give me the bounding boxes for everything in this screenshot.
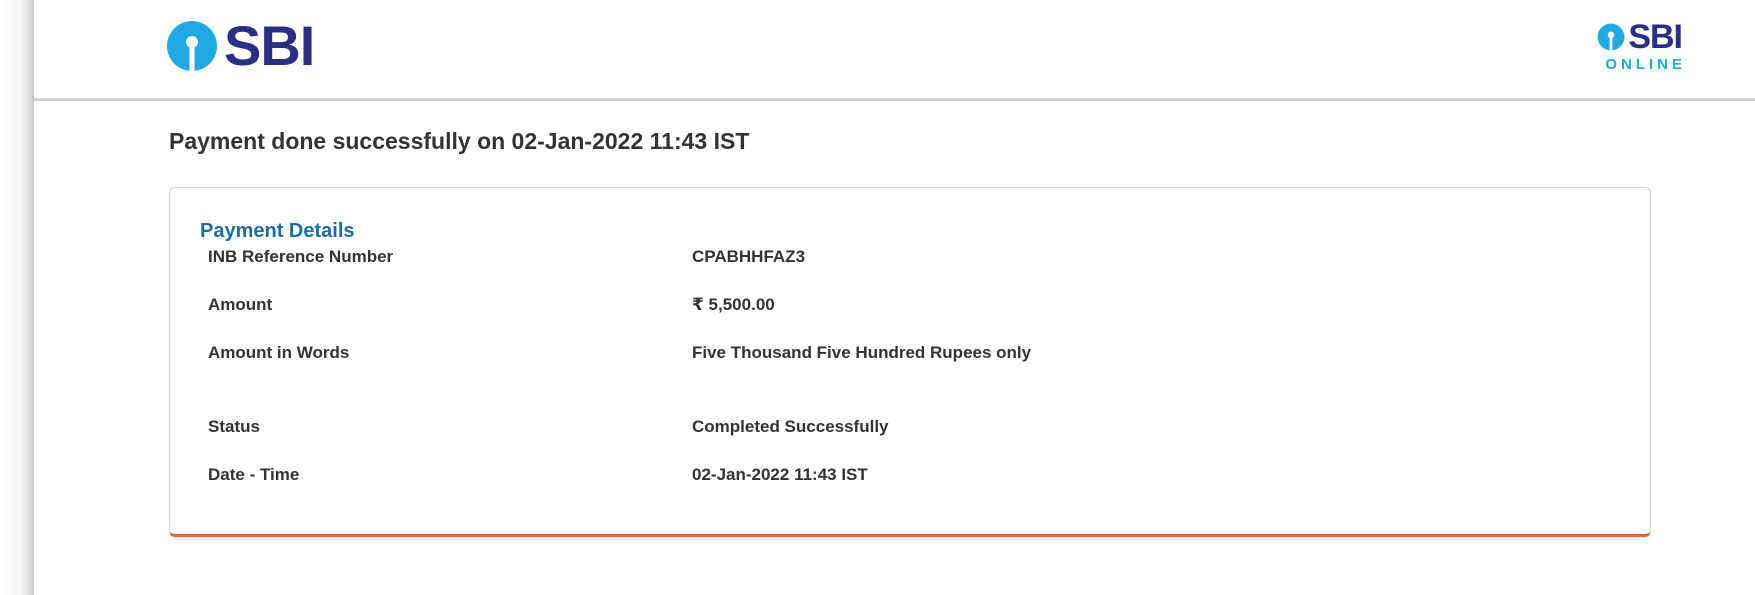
sbi-online-tagline: ONLINE (1605, 56, 1686, 73)
sbi-logo-text: SBI (224, 14, 315, 77)
detail-value-status: Completed Successfully (692, 417, 889, 436)
page-left-edge-shadow (0, 0, 34, 595)
detail-value-date-time: 02-Jan-2022 11:43 IST (692, 465, 868, 484)
sbi-keyhole-icon (167, 21, 217, 72)
detail-label-amount-in-words: Amount in Words (208, 343, 350, 362)
sbi-logo[interactable]: SBI (166, 14, 315, 77)
top-header: SBI SBI ONLINE (34, 0, 1755, 101)
sbi-online-logo[interactable]: SBI ONLINE (1562, 18, 1683, 74)
page-title: Payment done successfully on 02-Jan-2022… (169, 128, 750, 154)
sbi-online-logo-text: SBI (1628, 18, 1683, 56)
detail-value-amount: ₹ 5,500.00 (692, 295, 775, 314)
detail-label-amount: Amount (208, 295, 273, 314)
detail-label-inb-reference: INB Reference Number (208, 247, 394, 266)
detail-value-inb-reference: CPABHHFAZ3 (692, 247, 806, 266)
payment-details-heading: Payment Details (200, 220, 355, 242)
detail-label-status: Status (208, 417, 260, 436)
detail-value-amount-in-words: Five Thousand Five Hundred Rupees only (692, 343, 1032, 362)
detail-label-date-time: Date - Time (208, 465, 300, 484)
payment-details-card: Payment Details INB Reference Number CPA… (169, 187, 1651, 537)
sbi-online-keyhole-icon (1597, 23, 1625, 51)
